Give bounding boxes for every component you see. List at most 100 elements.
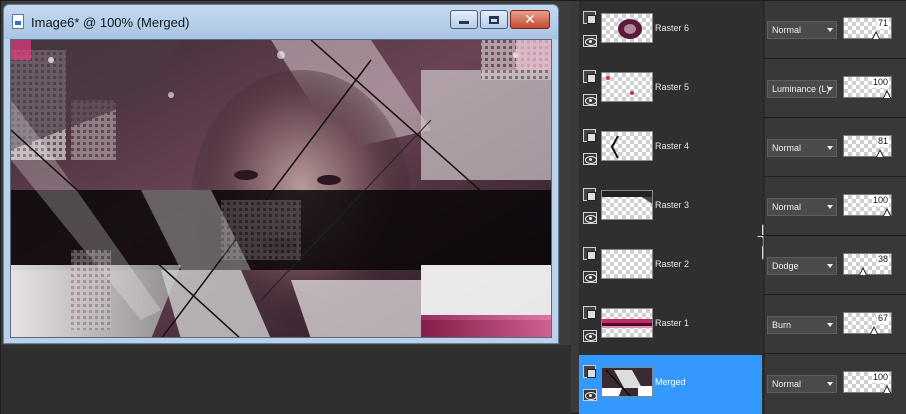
blend-mode-dropdown[interactable]: Burn — [767, 316, 837, 334]
blend-mode-dropdown[interactable]: Normal — [767, 375, 837, 393]
thumbnail-art — [610, 135, 619, 159]
thumbnail-art — [602, 191, 652, 204]
visibility-eye-icon[interactable] — [583, 94, 597, 106]
layer-group-icon[interactable] — [583, 365, 596, 378]
layer-group-icon[interactable] — [583, 306, 596, 319]
blend-mode-value: Normal — [772, 143, 802, 153]
visibility-eye-icon[interactable] — [583, 153, 597, 165]
blend-mode-dropdown[interactable]: Normal — [767, 198, 837, 216]
slider-thumb-icon[interactable] — [883, 90, 891, 98]
visibility-eye-icon[interactable] — [583, 35, 597, 47]
blend-mode-dropdown[interactable]: Luminance (L) — [767, 80, 837, 98]
chevron-down-icon — [827, 264, 833, 268]
slider-thumb-icon[interactable] — [883, 208, 891, 216]
minimize-button[interactable] — [450, 10, 478, 29]
opacity-slider[interactable]: 67 — [843, 312, 892, 334]
chevron-down-icon — [827, 323, 833, 327]
blend-mode-value: Normal — [772, 379, 802, 389]
close-icon: ✕ — [524, 11, 536, 28]
slider-thumb-icon[interactable] — [859, 267, 867, 275]
layer-name[interactable]: Raster 2 — [655, 259, 689, 269]
workspace: Image6* @ 100% (Merged) ✕ — [1, 1, 571, 414]
chevron-down-icon — [827, 87, 833, 91]
opacity-slider[interactable]: 100 — [843, 76, 892, 98]
document-icon — [12, 14, 24, 29]
layer-thumbnail — [601, 131, 653, 161]
workspace-empty-area — [1, 345, 571, 414]
opacity-slider[interactable]: 100 — [843, 194, 892, 216]
image-canvas[interactable] — [10, 39, 552, 338]
chevron-down-icon — [827, 146, 833, 150]
blend-mode-value: Luminance (L) — [772, 84, 830, 94]
opacity-value: 38 — [876, 254, 889, 265]
thumbnail-art — [606, 76, 634, 95]
layer-name[interactable]: Raster 1 — [655, 318, 689, 328]
thumbnail-art — [602, 368, 652, 396]
layer-row-raster-3[interactable]: Raster 3 Normal 100 — [579, 178, 906, 236]
blend-mode-value: Normal — [772, 202, 802, 212]
layer-group-icon[interactable] — [583, 70, 596, 83]
artwork-image — [11, 40, 551, 337]
chevron-down-icon — [827, 382, 833, 386]
layer-row-merged[interactable]: Merged Normal 100 — [579, 355, 906, 414]
image-window-title: Image6* @ 100% (Merged) — [31, 15, 190, 30]
visibility-eye-icon[interactable] — [583, 212, 597, 224]
window-controls: ✕ — [450, 10, 550, 30]
maximize-button[interactable] — [480, 10, 508, 29]
layer-thumbnail — [601, 308, 653, 338]
layer-name[interactable]: Raster 5 — [655, 82, 689, 92]
thumbnail-art — [618, 19, 642, 39]
opacity-slider[interactable]: 100 — [843, 371, 892, 393]
layer-row-raster-6[interactable]: Raster 6 Normal 71 — [579, 1, 906, 59]
layer-group-icon[interactable] — [583, 188, 596, 201]
layer-thumbnail — [601, 367, 653, 397]
opacity-value: 81 — [876, 136, 889, 147]
visibility-eye-icon[interactable] — [583, 330, 597, 342]
layer-thumbnail — [601, 249, 653, 279]
slider-thumb-icon[interactable] — [870, 326, 878, 334]
close-button[interactable]: ✕ — [510, 10, 550, 29]
visibility-eye-icon[interactable] — [583, 389, 597, 401]
opacity-value: 100 — [871, 77, 889, 88]
slider-thumb-icon[interactable] — [876, 149, 884, 157]
layer-thumbnail — [601, 72, 653, 102]
layer-row-raster-1[interactable]: Raster 1 Burn 67 — [579, 296, 906, 354]
opacity-slider[interactable]: 81 — [843, 135, 892, 157]
blend-mode-dropdown[interactable]: Normal — [767, 139, 837, 157]
layer-name[interactable]: Raster 6 — [655, 23, 689, 33]
slider-thumb-icon[interactable] — [883, 385, 891, 393]
blend-mode-value: Dodge — [772, 261, 799, 271]
opacity-value: 67 — [876, 313, 889, 324]
blend-mode-dropdown[interactable]: Dodge — [767, 257, 837, 275]
layer-row-raster-4[interactable]: Raster 4 Normal 81 — [579, 119, 906, 177]
layer-row-raster-5[interactable]: Raster 5 Luminance (L) 100 — [579, 60, 906, 118]
chevron-down-icon — [827, 28, 833, 32]
layer-thumbnail — [601, 13, 653, 43]
chevron-down-icon — [827, 205, 833, 209]
blend-mode-value: Normal — [772, 25, 802, 35]
layer-group-icon[interactable] — [583, 129, 596, 142]
slider-thumb-icon[interactable] — [872, 31, 880, 39]
layers-palette: Raster 6 Normal 71 Raster 5 Luminance (L… — [579, 1, 906, 414]
layer-name[interactable]: Merged — [655, 377, 686, 387]
opacity-value: 71 — [876, 18, 889, 29]
layer-name[interactable]: Raster 4 — [655, 141, 689, 151]
layer-group-icon[interactable] — [583, 247, 596, 260]
opacity-value: 100 — [871, 372, 889, 383]
opacity-slider[interactable]: 38 — [843, 253, 892, 275]
blend-mode-dropdown[interactable]: Normal — [767, 21, 837, 39]
app-root: Image6* @ 100% (Merged) ✕ Raster 6 Norma… — [0, 0, 906, 414]
minimize-icon — [459, 21, 469, 24]
layer-row-raster-2[interactable]: Raster 2 Dodge 38 — [579, 237, 906, 295]
maximize-icon — [489, 15, 499, 24]
layer-group-icon[interactable] — [583, 11, 596, 24]
visibility-eye-icon[interactable] — [583, 271, 597, 283]
image-window-titlebar[interactable]: Image6* @ 100% (Merged) ✕ — [4, 5, 558, 39]
opacity-slider[interactable]: 71 — [843, 17, 892, 39]
blend-mode-value: Burn — [772, 320, 792, 330]
image-window[interactable]: Image6* @ 100% (Merged) ✕ — [3, 4, 559, 344]
layer-thumbnail — [601, 190, 653, 220]
layer-name[interactable]: Raster 3 — [655, 200, 689, 210]
thumbnail-art — [602, 319, 652, 328]
opacity-value: 100 — [871, 195, 889, 206]
